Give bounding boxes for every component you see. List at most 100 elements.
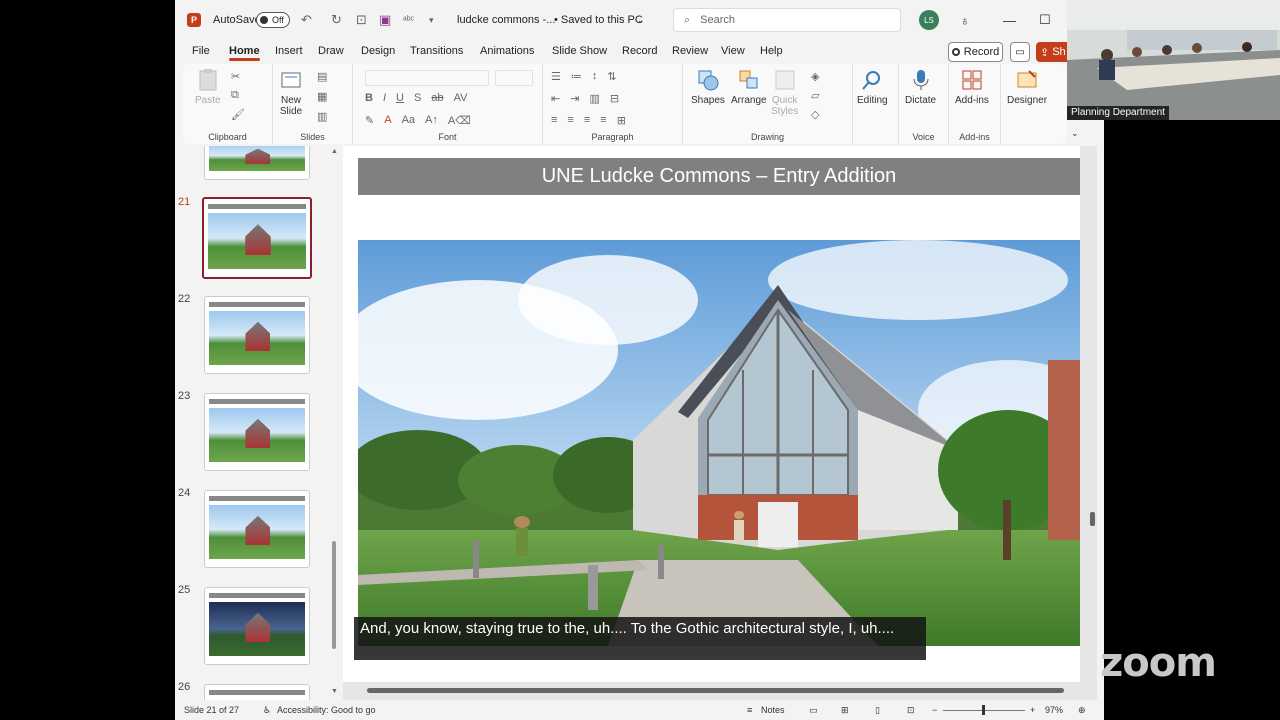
redo-icon[interactable]: ↻ xyxy=(331,0,342,40)
section-icon[interactable]: ▥ xyxy=(317,110,327,123)
columns-icon[interactable]: ▥ xyxy=(589,92,599,105)
tab-draw[interactable]: Draw xyxy=(318,45,344,57)
architectural-rendering[interactable] xyxy=(358,240,1080,646)
accessibility-status[interactable]: Accessibility: Good to go xyxy=(277,705,376,715)
zoom-in-icon[interactable]: + xyxy=(1030,705,1035,715)
spelling-icon[interactable]: ᵃᵇᶜ xyxy=(403,0,414,40)
tab-record[interactable]: Record xyxy=(622,45,657,57)
slide-title[interactable]: UNE Ludcke Commons – Entry Addition xyxy=(358,158,1080,195)
arrange-button[interactable]: Arrange xyxy=(731,68,767,106)
maximize-icon[interactable]: ☐ xyxy=(1039,0,1051,40)
font-name-dropdown[interactable] xyxy=(365,70,489,86)
tab-help[interactable]: Help xyxy=(760,45,783,57)
tab-view[interactable]: View xyxy=(721,45,745,57)
shape-effects-icon[interactable]: ◇ xyxy=(811,108,819,121)
zoom-slider-handle[interactable] xyxy=(982,705,985,715)
increase-indent-icon[interactable]: ⇥ xyxy=(570,92,579,105)
notes-icon[interactable]: ≡ xyxy=(747,705,752,715)
vertical-scrollbar[interactable] xyxy=(1088,146,1097,682)
designer-button[interactable]: Designer xyxy=(1007,68,1047,106)
horizontal-scrollbar[interactable] xyxy=(343,684,1088,696)
tab-insert[interactable]: Insert xyxy=(275,45,303,57)
autosave-toggle[interactable]: Off xyxy=(256,12,290,28)
record-button[interactable]: Record xyxy=(948,42,1003,62)
highlight-icon[interactable]: ✎ xyxy=(365,114,374,127)
decrease-indent-icon[interactable]: ⇤ xyxy=(551,92,560,105)
grow-font-icon[interactable]: A↑ xyxy=(425,114,438,127)
customize-qat-icon[interactable]: ▾ xyxy=(429,0,434,40)
line-spacing-icon[interactable]: ↕ xyxy=(592,70,598,83)
tab-design[interactable]: Design xyxy=(361,45,395,57)
slide-canvas[interactable]: UNE Ludcke Commons – Entry Addition xyxy=(343,146,1080,682)
slide-thumbnail-active[interactable] xyxy=(202,197,312,279)
bold-icon[interactable]: B xyxy=(365,92,373,104)
present-icon[interactable]: ⊡ xyxy=(356,0,367,40)
font-color-icon[interactable]: A xyxy=(384,114,391,127)
clear-format-icon[interactable]: A⌫ xyxy=(448,114,471,127)
vertical-scroll-thumb[interactable] xyxy=(1090,512,1095,526)
slide-thumbnail[interactable] xyxy=(204,684,310,700)
shape-outline-icon[interactable]: ▱ xyxy=(811,89,819,102)
copy-icon[interactable]: ⧉ xyxy=(231,89,245,102)
text-direction-icon[interactable]: ⇅ xyxy=(607,70,616,83)
italic-icon[interactable]: I xyxy=(383,92,386,104)
slide-thumbnail[interactable] xyxy=(204,296,310,374)
strikethrough-icon[interactable]: ab xyxy=(431,92,443,104)
shapes-button[interactable]: Shapes xyxy=(691,68,725,106)
fit-slide-icon[interactable]: ⊕ xyxy=(1078,705,1086,716)
editing-button[interactable]: Editing xyxy=(857,68,888,106)
font-size-dropdown[interactable] xyxy=(495,70,533,86)
paste-button[interactable]: Paste xyxy=(195,68,221,106)
slide-thumbnail[interactable] xyxy=(204,146,310,180)
ribbon-collapse-icon[interactable]: ⌄ xyxy=(1071,128,1079,139)
tab-animations[interactable]: Animations xyxy=(480,45,534,57)
tab-file[interactable]: File xyxy=(192,45,210,57)
align-right-icon[interactable]: ≡ xyxy=(584,114,590,127)
reading-view-icon[interactable]: ▯ xyxy=(875,705,880,716)
align-center-icon[interactable]: ≡ xyxy=(567,114,573,127)
shape-fill-icon[interactable]: ◈ xyxy=(811,70,819,83)
quick-styles-button[interactable]: Quick Styles xyxy=(771,68,798,117)
dictate-button[interactable]: Dictate xyxy=(905,68,936,106)
char-spacing-icon[interactable]: AV xyxy=(454,92,468,104)
align-left-icon[interactable]: ≡ xyxy=(551,114,557,127)
slide-sorter-icon[interactable]: ⊞ xyxy=(841,705,849,716)
addins-button[interactable]: Add-ins xyxy=(955,68,989,106)
zoom-level[interactable]: 97% xyxy=(1045,705,1063,715)
lightbulb-icon[interactable]: ♁ xyxy=(960,0,970,40)
reset-icon[interactable]: ▦ xyxy=(317,90,327,103)
cut-icon[interactable]: ✂ xyxy=(231,70,245,83)
accessibility-icon[interactable]: ♿ xyxy=(263,705,271,716)
slide-thumbnail[interactable] xyxy=(204,393,310,471)
slide-thumbnail[interactable] xyxy=(204,587,310,665)
horizontal-scroll-thumb[interactable] xyxy=(367,688,1064,693)
normal-view-icon[interactable]: ▭ xyxy=(809,705,818,716)
shadow-icon[interactable]: S xyxy=(414,92,421,104)
slideshow-icon[interactable]: ⊡ xyxy=(907,705,915,716)
undo-icon[interactable]: ↶ xyxy=(301,0,312,40)
tab-review[interactable]: Review xyxy=(672,45,708,57)
chevron-down-icon[interactable]: ⌄ xyxy=(637,0,645,40)
zoom-out-icon[interactable]: − xyxy=(932,705,937,715)
smartart-icon[interactable]: ⊞ xyxy=(617,114,626,127)
scroll-up-icon[interactable]: ▲ xyxy=(331,148,338,155)
underline-icon[interactable]: U xyxy=(396,92,404,104)
scroll-down-icon[interactable]: ▼ xyxy=(331,688,338,695)
numbering-icon[interactable]: ≔ xyxy=(571,70,582,83)
comments-button[interactable]: ▭ xyxy=(1010,42,1030,62)
participant-video[interactable] xyxy=(1067,0,1280,120)
new-slide-button[interactable]: New Slide xyxy=(279,68,303,117)
tab-transitions[interactable]: Transitions xyxy=(410,45,463,57)
thumbnail-scrollbar[interactable] xyxy=(332,541,336,649)
save-icon[interactable]: ▣ xyxy=(379,0,391,40)
layout-icon[interactable]: ▤ xyxy=(317,70,327,83)
align-text-icon[interactable]: ⊟ xyxy=(610,92,619,105)
slide-thumbnail[interactable] xyxy=(204,490,310,568)
format-painter-icon[interactable]: 🖌 xyxy=(231,108,245,121)
tab-slide-show[interactable]: Slide Show xyxy=(552,45,607,57)
avatar[interactable]: LS xyxy=(919,10,939,30)
save-status[interactable]: • Saved to this PC xyxy=(554,0,643,40)
search-box[interactable]: ⌕ Search xyxy=(673,8,901,32)
change-case-icon[interactable]: Aa xyxy=(402,114,415,127)
minimize-icon[interactable]: — xyxy=(1003,0,1016,40)
